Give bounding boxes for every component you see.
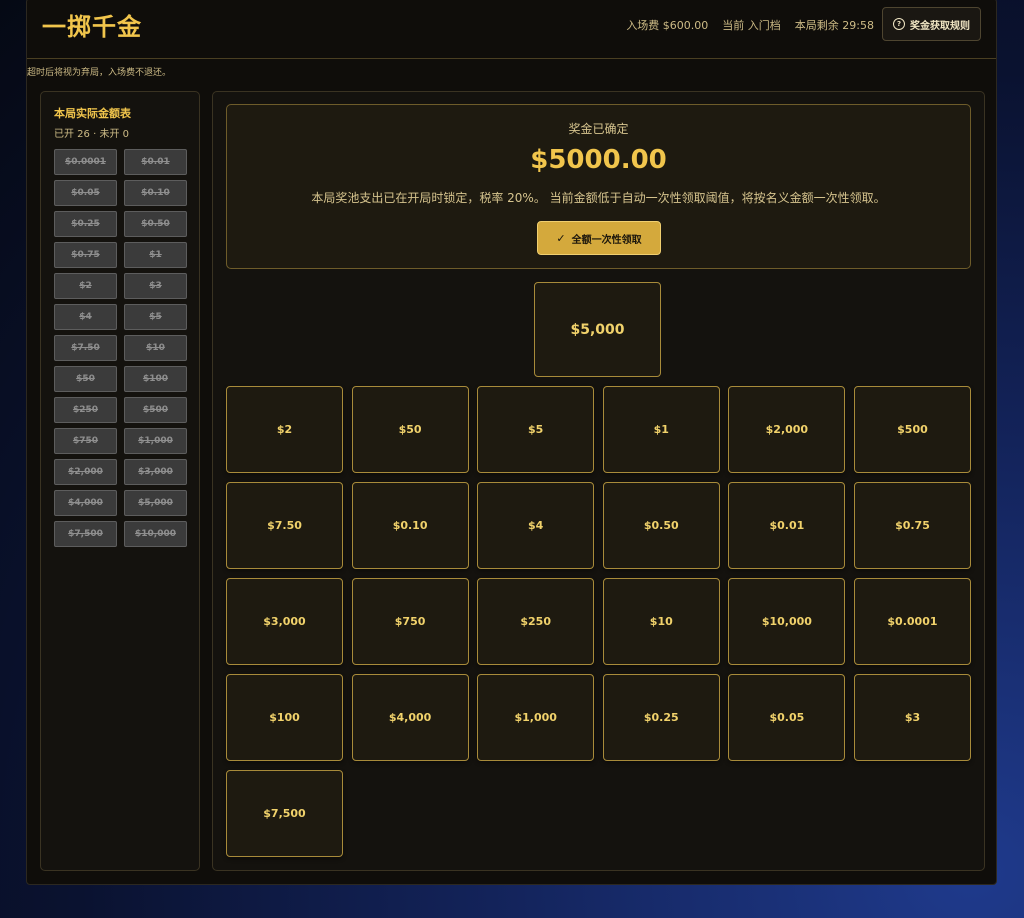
case-grid: $2 $50 $5 $1 $2,000 $500 $7.50 $0.10 $4 … xyxy=(226,386,971,857)
claim-button-label: 全额一次性领取 xyxy=(571,234,642,246)
case[interactable]: $1,000 xyxy=(477,674,595,761)
amount-chip: $0.10 xyxy=(124,180,187,206)
amount-chip: $0.01 xyxy=(124,149,187,175)
case[interactable]: $7,500 xyxy=(226,770,343,857)
amount-table-title: 本局实际金额表 xyxy=(54,107,131,120)
amount-chip: $3,000 xyxy=(124,459,187,485)
time-left: 本局剩余 29:58 xyxy=(794,19,874,32)
amount-chip: $1 xyxy=(124,242,187,268)
case[interactable]: $0.75 xyxy=(853,482,971,569)
amount-chip: $0.50 xyxy=(124,211,187,237)
case[interactable]: $4 xyxy=(477,482,595,569)
case[interactable]: $500 xyxy=(853,386,971,473)
selected-case: $5,000 xyxy=(534,282,661,377)
rules-button[interactable]: ? 奖金获取规则 xyxy=(882,7,981,41)
amount-chip: $2,000 xyxy=(54,459,117,485)
case[interactable]: $2 xyxy=(226,386,343,473)
case[interactable]: $2,000 xyxy=(728,386,846,473)
amount-chip: $1,000 xyxy=(124,428,187,454)
help-icon: ? xyxy=(893,18,905,30)
case[interactable]: $100 xyxy=(226,674,343,761)
current-tier: 当前 入门档 xyxy=(722,19,781,32)
case[interactable]: $3,000 xyxy=(226,578,343,665)
case[interactable]: $50 xyxy=(351,386,469,473)
case[interactable]: $5 xyxy=(477,386,595,473)
result-description: 本局奖池支出已在开局时锁定，税率 20%。 当前金额低于自动一次性领取阈值，将按… xyxy=(311,191,886,205)
case[interactable]: $0.01 xyxy=(728,482,846,569)
amount-chip: $10,000 xyxy=(124,521,187,547)
case[interactable]: $750 xyxy=(351,578,469,665)
amount-table: $0.0001 $0.01 $0.05 $0.10 $0.25 $0.50 $0… xyxy=(54,149,187,547)
case[interactable]: $250 xyxy=(477,578,595,665)
case[interactable]: $10 xyxy=(602,578,720,665)
amount-chip: $100 xyxy=(124,366,187,392)
amount-chip: $7,500 xyxy=(54,521,117,547)
game-title: 一掷千金 xyxy=(42,13,142,41)
amount-chip: $750 xyxy=(54,428,117,454)
rules-button-label: 奖金获取规则 xyxy=(910,20,970,32)
timeout-notice: 超时后将视为弃局，入场费不退还。 xyxy=(27,68,172,78)
amount-table-panel: 本局实际金额表 已开 26 · 未开 0 $0.0001 $0.01 $0.05… xyxy=(40,91,200,871)
case[interactable]: $0.10 xyxy=(351,482,469,569)
amount-chip: $0.05 xyxy=(54,180,117,206)
result-panel: 奖金已确定 $5000.00 本局奖池支出已在开局时锁定，税率 20%。 当前金… xyxy=(226,104,971,269)
case[interactable]: $0.25 xyxy=(602,674,720,761)
amount-chip: $4,000 xyxy=(54,490,117,516)
game-window: 一掷千金 入场费 $600.00 当前 入门档 本局剩余 29:58 ? 奖金获… xyxy=(26,0,997,885)
case[interactable]: $0.05 xyxy=(728,674,846,761)
game-stats: 入场费 $600.00 当前 入门档 本局剩余 29:58 xyxy=(626,17,874,33)
amount-chip: $2 xyxy=(54,273,117,299)
case[interactable]: $3 xyxy=(853,674,971,761)
case[interactable]: $0.50 xyxy=(602,482,720,569)
prize-amount: $5000.00 xyxy=(530,145,667,175)
amount-chip: $10 xyxy=(124,335,187,361)
amount-chip: $5,000 xyxy=(124,490,187,516)
claim-lump-sum-button[interactable]: ✓ 全额一次性领取 xyxy=(537,221,661,255)
case[interactable]: $10,000 xyxy=(728,578,846,665)
amount-chip: $500 xyxy=(124,397,187,423)
entry-fee: 入场费 $600.00 xyxy=(626,19,709,32)
amount-chip: $4 xyxy=(54,304,117,330)
case[interactable]: $1 xyxy=(602,386,720,473)
case[interactable]: $0.0001 xyxy=(853,578,971,665)
result-label: 奖金已确定 xyxy=(568,122,629,136)
case[interactable]: $7.50 xyxy=(226,482,343,569)
amount-chip: $3 xyxy=(124,273,187,299)
game-board: 奖金已确定 $5000.00 本局奖池支出已在开局时锁定，税率 20%。 当前金… xyxy=(212,91,985,871)
amount-table-status: 已开 26 · 未开 0 xyxy=(54,129,129,140)
amount-chip: $250 xyxy=(54,397,117,423)
amount-chip: $0.0001 xyxy=(54,149,117,175)
check-icon: ✓ xyxy=(556,231,566,245)
amount-chip: $5 xyxy=(124,304,187,330)
amount-chip: $7.50 xyxy=(54,335,117,361)
amount-chip: $0.75 xyxy=(54,242,117,268)
amount-chip: $50 xyxy=(54,366,117,392)
case[interactable]: $4,000 xyxy=(351,674,469,761)
amount-chip: $0.25 xyxy=(54,211,117,237)
top-bar: 一掷千金 入场费 $600.00 当前 入门档 本局剩余 29:58 ? 奖金获… xyxy=(27,0,996,59)
